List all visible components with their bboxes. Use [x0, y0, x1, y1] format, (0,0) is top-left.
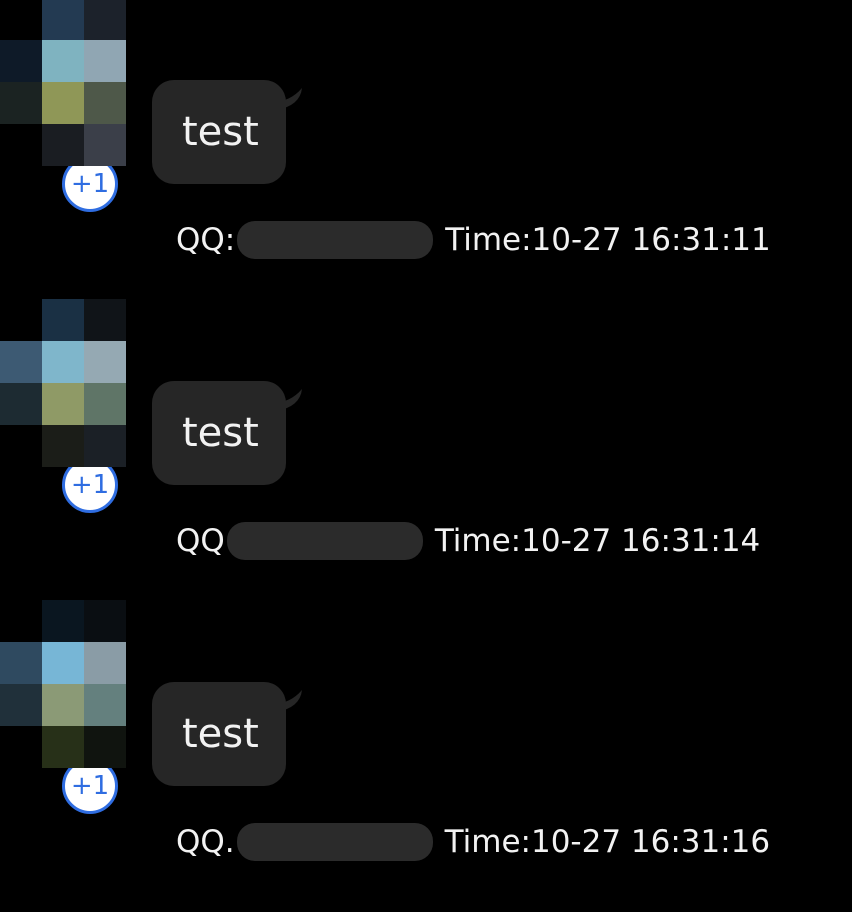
message-bubble[interactable]: test	[152, 381, 286, 485]
redacted-qq-number	[237, 220, 434, 259]
message-meta: QQ. Time:10-27 16:31:16	[176, 820, 770, 864]
avatar[interactable]	[0, 600, 126, 770]
message-bubble[interactable]: test	[152, 80, 286, 184]
message-timestamp: Time:10-27 16:31:16	[444, 824, 771, 860]
message-meta: QQ Time:10-27 16:31:14	[176, 519, 760, 563]
qq-label: QQ.	[176, 824, 235, 860]
redacted-qq-number	[236, 822, 433, 861]
qq-label: QQ:	[176, 222, 236, 258]
chat-message: +1 test QQ. Time:10-27 16:31:16	[0, 600, 852, 902]
avatar[interactable]	[0, 299, 126, 469]
chat-message: +1 test QQ: Time:10-27 16:31:11	[0, 0, 852, 300]
message-timestamp: Time:10-27 16:31:14	[434, 523, 761, 559]
message-timestamp: Time:10-27 16:31:11	[445, 222, 771, 258]
chat-message: +1 test QQ Time:10-27 16:31:14	[0, 299, 852, 601]
redacted-qq-number	[226, 521, 423, 560]
message-meta: QQ: Time:10-27 16:31:11	[176, 218, 771, 262]
chat-message-list: +1 test QQ: Time:10-27 16:31:11 +1 test …	[0, 0, 852, 912]
message-bubble[interactable]: test	[152, 682, 286, 786]
avatar[interactable]	[0, 0, 126, 168]
qq-label: QQ	[176, 523, 225, 559]
